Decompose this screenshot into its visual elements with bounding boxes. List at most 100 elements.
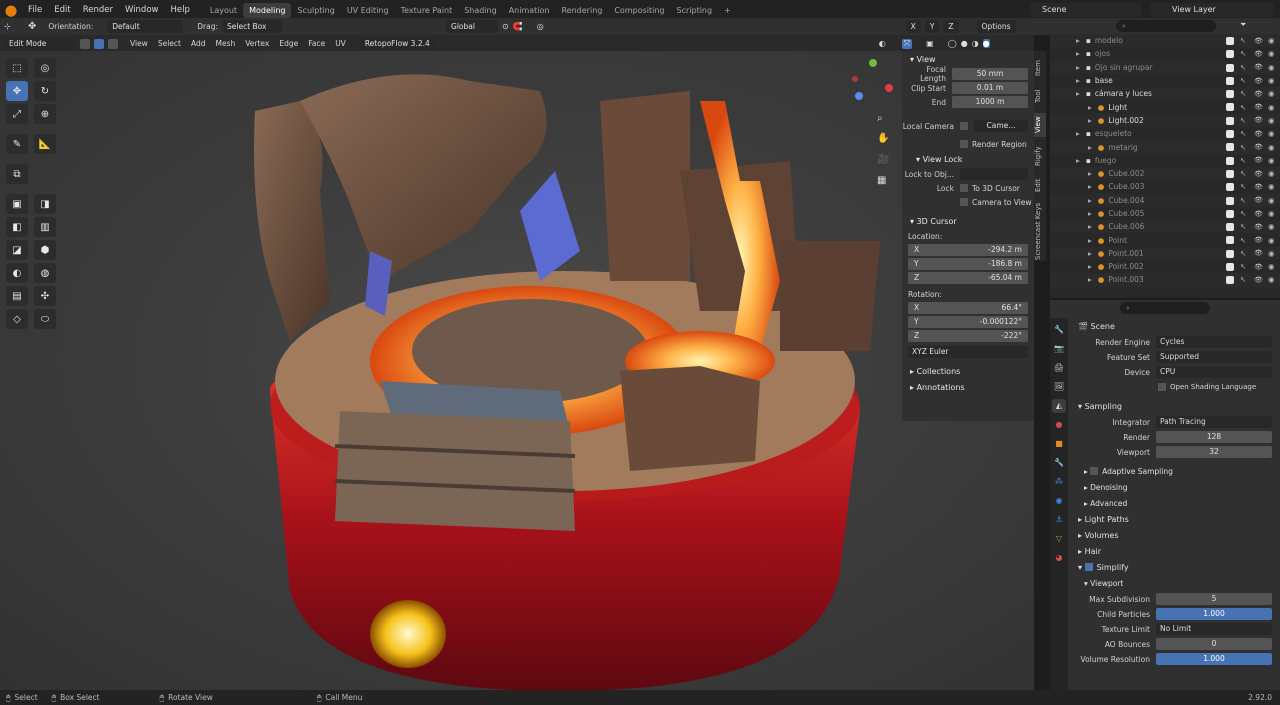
eye-icon[interactable]: 👁 <box>1254 170 1263 178</box>
expand-arrow-icon[interactable]: ▸ <box>1076 76 1080 85</box>
tab-uv-editing[interactable]: UV Editing <box>341 3 395 18</box>
selectable-icon[interactable]: ↖ <box>1240 116 1246 125</box>
render-visibility-icon[interactable]: ◉ <box>1268 249 1275 258</box>
selectable-icon[interactable]: ↖ <box>1240 182 1246 191</box>
axis-y-toggle[interactable]: Y <box>924 20 940 33</box>
eye-icon[interactable]: 👁 <box>1254 37 1263 45</box>
expand-arrow-icon[interactable]: ▸ <box>1088 275 1092 284</box>
exclude-checkbox[interactable] <box>1226 183 1234 192</box>
gizmo-x[interactable] <box>885 84 893 92</box>
outliner-row[interactable]: ▸ ▪ Ojo sin agrupar ↖ 👁 ◉ <box>1050 60 1280 74</box>
outliner-row[interactable]: ▸ ▪ fuego ↖ 👁 ◉ <box>1050 154 1280 167</box>
outliner-row[interactable]: ▸ ▪ esqueleto ↖ 👁 ◉ <box>1050 127 1280 140</box>
selectable-icon[interactable]: ↖ <box>1240 156 1246 165</box>
render-visibility-icon[interactable]: ◉ <box>1268 36 1275 45</box>
outliner-row[interactable]: ▸ ● Cube.003 ↖ 👁 ◉ <box>1050 180 1280 193</box>
tab-scripting[interactable]: Scripting <box>671 3 719 18</box>
simplify-header[interactable]: ▾ Simplify <box>1070 559 1280 575</box>
blender-logo[interactable]: ⬤ <box>0 4 22 17</box>
render-visibility-icon[interactable]: ◉ <box>1268 116 1275 125</box>
shading-material-icon[interactable]: ◑ <box>972 39 979 48</box>
to-3d-cursor-checkbox[interactable] <box>960 184 968 192</box>
tool-tab-icon[interactable]: 🔧 <box>1052 323 1066 337</box>
tab-texture-paint[interactable]: Texture Paint <box>395 3 459 18</box>
selectable-icon[interactable]: ↖ <box>1240 129 1246 138</box>
object-tab-icon[interactable]: ■ <box>1052 437 1066 451</box>
outliner-row[interactable]: ▸ ● Point ↖ 👁 ◉ <box>1050 233 1280 246</box>
tab-rendering[interactable]: Rendering <box>555 3 608 18</box>
annotate-icon[interactable]: ✎ <box>6 134 28 154</box>
selectable-icon[interactable]: ↖ <box>1240 36 1246 45</box>
cursor-rot-z[interactable]: Z -222° <box>908 330 1028 342</box>
rip-icon[interactable]: ◇ <box>6 309 28 329</box>
tab-edit[interactable]: Edit <box>1034 175 1046 195</box>
selectable-icon[interactable]: ↖ <box>1240 275 1246 284</box>
render-visibility-icon[interactable]: ◉ <box>1268 209 1275 218</box>
outliner-row[interactable]: ▸ ● Point.002 ↖ 👁 ◉ <box>1050 260 1280 273</box>
viewport-menu-select[interactable]: Select <box>158 39 181 48</box>
outliner-search[interactable]: ⌕ <box>1116 20 1216 32</box>
shrink-fatten-icon[interactable]: ▤ <box>6 286 28 306</box>
move-tool-icon[interactable]: ✥ <box>28 21 36 32</box>
editor-type-icon[interactable]: ⊹ <box>4 22 24 31</box>
tab-item[interactable]: Item <box>1034 57 1046 79</box>
eye-icon[interactable]: 👁 <box>1254 263 1263 271</box>
focal-length-field[interactable]: 50 mm <box>952 68 1028 80</box>
viewport-samples-field[interactable]: 32 <box>1156 446 1272 458</box>
loop-cut-icon[interactable]: ▥ <box>34 217 56 237</box>
outliner-row[interactable]: ▸ ▪ modelo ↖ 👁 ◉ <box>1050 34 1280 48</box>
exclude-checkbox[interactable] <box>1226 116 1234 125</box>
render-visibility-icon[interactable]: ◉ <box>1268 222 1275 231</box>
exclude-checkbox[interactable] <box>1226 169 1234 178</box>
eye-icon[interactable]: 👁 <box>1254 130 1263 138</box>
tab-view[interactable]: View <box>1034 113 1046 137</box>
expand-arrow-icon[interactable]: ▸ <box>1088 116 1092 125</box>
shading-wireframe-icon[interactable]: ◯ <box>948 39 957 48</box>
outliner-row[interactable]: ▸ ● Cube.002 ↖ 👁 ◉ <box>1050 166 1280 181</box>
simplify-checkbox[interactable] <box>1084 563 1093 571</box>
cursor-rot-y[interactable]: Y -0.000122° <box>908 316 1028 328</box>
vertex-select-icon[interactable] <box>80 38 90 49</box>
shear-icon[interactable]: ✣ <box>34 286 56 306</box>
exclude-checkbox[interactable] <box>1226 37 1234 45</box>
outliner-row[interactable]: ▸ ▪ ojos ↖ 👁 ◉ <box>1050 47 1280 60</box>
retopoflow-menu[interactable]: RetopoFlow 3.2.4 <box>359 37 435 50</box>
viewport-menu-view[interactable]: View <box>130 39 148 48</box>
render-engine-dropdown[interactable]: Cycles <box>1156 336 1272 348</box>
viewport-menu-edge[interactable]: Edge <box>279 39 298 48</box>
tab-modeling[interactable]: Modeling <box>243 2 292 18</box>
collections-header[interactable]: ▸ Collections <box>902 363 1034 379</box>
snap-icon[interactable]: 🧲 <box>513 22 523 31</box>
cursor-loc-x[interactable]: X -294.2 m <box>908 244 1028 256</box>
exclude-checkbox[interactable] <box>1226 196 1234 205</box>
3d-viewport[interactable]: ⌕ ✋ 🎥 ▦ <box>0 51 1034 690</box>
expand-arrow-icon[interactable]: ▸ <box>1076 36 1080 45</box>
clip-end-field[interactable]: 1000 m <box>952 96 1028 108</box>
world-tab-icon[interactable]: ● <box>1052 418 1066 432</box>
eye-icon[interactable]: 👁 <box>1254 90 1263 98</box>
osl-checkbox[interactable] <box>1158 383 1166 391</box>
adaptive-sampling-header[interactable]: ▸ Adaptive Sampling <box>1070 463 1280 479</box>
outliner-row[interactable]: ▸ ● Cube.004 ↖ 👁 ◉ <box>1050 193 1280 207</box>
integrator-dropdown[interactable]: Path Tracing <box>1156 416 1272 428</box>
selectable-icon[interactable]: ↖ <box>1240 49 1246 58</box>
expand-arrow-icon[interactable]: ▸ <box>1076 49 1080 58</box>
simplify-viewport-header[interactable]: ▾ Viewport <box>1070 575 1280 591</box>
expand-arrow-icon[interactable]: ▸ <box>1088 196 1092 205</box>
exclude-checkbox[interactable] <box>1226 63 1234 72</box>
selectable-icon[interactable]: ↖ <box>1240 89 1246 98</box>
viewport-menu-vertex[interactable]: Vertex <box>245 39 269 48</box>
local-camera-field[interactable]: Came... <box>974 120 1028 132</box>
render-visibility-icon[interactable]: ◉ <box>1268 103 1275 112</box>
orientation-dropdown[interactable]: Default <box>107 20 184 33</box>
render-visibility-icon[interactable]: ◉ <box>1268 63 1275 72</box>
expand-arrow-icon[interactable]: ▸ <box>1076 63 1080 72</box>
3d-cursor-header[interactable]: ▾ 3D Cursor <box>902 213 1034 229</box>
rotation-mode-dropdown[interactable]: XYZ Euler <box>908 346 1028 358</box>
expand-arrow-icon[interactable]: ▸ <box>1076 89 1080 98</box>
scene-tab-icon[interactable]: ◭ <box>1052 399 1066 413</box>
menu-window[interactable]: Window <box>119 5 165 15</box>
lock-object-field[interactable] <box>960 168 1028 180</box>
eye-icon[interactable]: 👁 <box>1254 223 1263 231</box>
viewport-menu-uv[interactable]: UV <box>335 39 346 48</box>
